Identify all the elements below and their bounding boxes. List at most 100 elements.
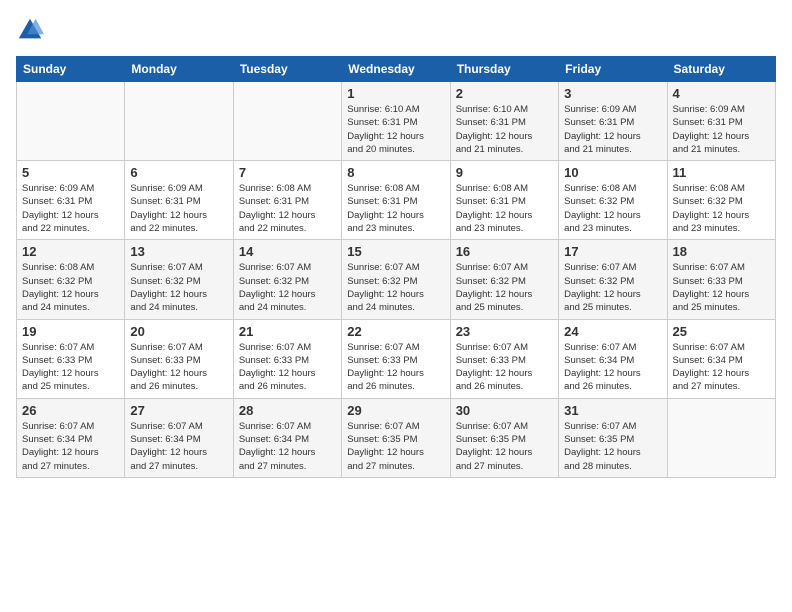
calendar-cell: 27 Sunrise: 6:07 AM Sunset: 6:34 PM Dayli… bbox=[125, 398, 233, 477]
day-info: Sunrise: 6:07 AM Sunset: 6:32 PM Dayligh… bbox=[130, 261, 227, 314]
day-info: Sunrise: 6:08 AM Sunset: 6:31 PM Dayligh… bbox=[347, 182, 444, 235]
day-number: 12 bbox=[22, 244, 119, 259]
day-number: 26 bbox=[22, 403, 119, 418]
day-info: Sunrise: 6:07 AM Sunset: 6:34 PM Dayligh… bbox=[130, 420, 227, 473]
calendar-cell bbox=[125, 82, 233, 161]
day-info: Sunrise: 6:07 AM Sunset: 6:34 PM Dayligh… bbox=[239, 420, 336, 473]
calendar-cell: 30 Sunrise: 6:07 AM Sunset: 6:35 PM Dayli… bbox=[450, 398, 558, 477]
calendar-cell bbox=[667, 398, 775, 477]
day-number: 6 bbox=[130, 165, 227, 180]
calendar-cell: 28 Sunrise: 6:07 AM Sunset: 6:34 PM Dayli… bbox=[233, 398, 341, 477]
day-number: 20 bbox=[130, 324, 227, 339]
calendar-week-2: 5 Sunrise: 6:09 AM Sunset: 6:31 PM Daylig… bbox=[17, 161, 776, 240]
day-number: 28 bbox=[239, 403, 336, 418]
day-number: 7 bbox=[239, 165, 336, 180]
day-number: 17 bbox=[564, 244, 661, 259]
day-number: 16 bbox=[456, 244, 553, 259]
calendar-cell: 24 Sunrise: 6:07 AM Sunset: 6:34 PM Dayli… bbox=[559, 319, 667, 398]
calendar-cell: 19 Sunrise: 6:07 AM Sunset: 6:33 PM Dayli… bbox=[17, 319, 125, 398]
day-info: Sunrise: 6:07 AM Sunset: 6:33 PM Dayligh… bbox=[347, 341, 444, 394]
day-info: Sunrise: 6:07 AM Sunset: 6:35 PM Dayligh… bbox=[456, 420, 553, 473]
day-number: 3 bbox=[564, 86, 661, 101]
day-info: Sunrise: 6:07 AM Sunset: 6:34 PM Dayligh… bbox=[564, 341, 661, 394]
calendar-cell: 7 Sunrise: 6:08 AM Sunset: 6:31 PM Daylig… bbox=[233, 161, 341, 240]
weekday-header-friday: Friday bbox=[559, 57, 667, 82]
day-number: 23 bbox=[456, 324, 553, 339]
calendar-cell bbox=[233, 82, 341, 161]
calendar-cell: 2 Sunrise: 6:10 AM Sunset: 6:31 PM Daylig… bbox=[450, 82, 558, 161]
calendar-table: SundayMondayTuesdayWednesdayThursdayFrid… bbox=[16, 56, 776, 478]
day-info: Sunrise: 6:07 AM Sunset: 6:32 PM Dayligh… bbox=[456, 261, 553, 314]
calendar-week-1: 1 Sunrise: 6:10 AM Sunset: 6:31 PM Daylig… bbox=[17, 82, 776, 161]
day-number: 5 bbox=[22, 165, 119, 180]
day-info: Sunrise: 6:07 AM Sunset: 6:32 PM Dayligh… bbox=[347, 261, 444, 314]
calendar-cell: 31Sunrise: 6:07 AM Sunset: 6:35 PM Dayli… bbox=[559, 398, 667, 477]
day-number: 29 bbox=[347, 403, 444, 418]
day-info: Sunrise: 6:10 AM Sunset: 6:31 PM Dayligh… bbox=[347, 103, 444, 156]
calendar-cell: 5 Sunrise: 6:09 AM Sunset: 6:31 PM Daylig… bbox=[17, 161, 125, 240]
day-number: 30 bbox=[456, 403, 553, 418]
weekday-header-row: SundayMondayTuesdayWednesdayThursdayFrid… bbox=[17, 57, 776, 82]
day-number: 27 bbox=[130, 403, 227, 418]
day-info: Sunrise: 6:07 AM Sunset: 6:35 PM Dayligh… bbox=[347, 420, 444, 473]
page-header bbox=[16, 16, 776, 44]
logo bbox=[16, 16, 48, 44]
day-info: Sunrise: 6:07 AM Sunset: 6:32 PM Dayligh… bbox=[564, 261, 661, 314]
calendar-cell: 11 Sunrise: 6:08 AM Sunset: 6:32 PM Dayli… bbox=[667, 161, 775, 240]
day-number: 9 bbox=[456, 165, 553, 180]
day-info: Sunrise: 6:09 AM Sunset: 6:31 PM Dayligh… bbox=[130, 182, 227, 235]
calendar-cell: 23 Sunrise: 6:07 AM Sunset: 6:33 PM Dayli… bbox=[450, 319, 558, 398]
day-info: Sunrise: 6:07 AM Sunset: 6:33 PM Dayligh… bbox=[456, 341, 553, 394]
calendar-cell bbox=[17, 82, 125, 161]
day-number: 1 bbox=[347, 86, 444, 101]
calendar-cell: 14Sunrise: 6:07 AM Sunset: 6:32 PM Dayli… bbox=[233, 240, 341, 319]
day-info: Sunrise: 6:07 AM Sunset: 6:34 PM Dayligh… bbox=[22, 420, 119, 473]
day-info: Sunrise: 6:07 AM Sunset: 6:33 PM Dayligh… bbox=[239, 341, 336, 394]
day-number: 19 bbox=[22, 324, 119, 339]
day-info: Sunrise: 6:07 AM Sunset: 6:33 PM Dayligh… bbox=[22, 341, 119, 394]
calendar-cell: 20 Sunrise: 6:07 AM Sunset: 6:33 PM Dayli… bbox=[125, 319, 233, 398]
calendar-cell: 9 Sunrise: 6:08 AM Sunset: 6:31 PM Daylig… bbox=[450, 161, 558, 240]
day-info: Sunrise: 6:07 AM Sunset: 6:33 PM Dayligh… bbox=[130, 341, 227, 394]
day-info: Sunrise: 6:08 AM Sunset: 6:32 PM Dayligh… bbox=[673, 182, 770, 235]
day-info: Sunrise: 6:07 AM Sunset: 6:33 PM Dayligh… bbox=[673, 261, 770, 314]
day-number: 13 bbox=[130, 244, 227, 259]
day-info: Sunrise: 6:07 AM Sunset: 6:32 PM Dayligh… bbox=[239, 261, 336, 314]
calendar-cell: 15 Sunrise: 6:07 AM Sunset: 6:32 PM Dayli… bbox=[342, 240, 450, 319]
logo-icon bbox=[16, 16, 44, 44]
day-number: 10 bbox=[564, 165, 661, 180]
day-number: 24 bbox=[564, 324, 661, 339]
calendar-cell: 29 Sunrise: 6:07 AM Sunset: 6:35 PM Dayli… bbox=[342, 398, 450, 477]
weekday-header-sunday: Sunday bbox=[17, 57, 125, 82]
calendar-cell: 10Sunrise: 6:08 AM Sunset: 6:32 PM Dayli… bbox=[559, 161, 667, 240]
calendar-cell: 25Sunrise: 6:07 AM Sunset: 6:34 PM Dayli… bbox=[667, 319, 775, 398]
day-info: Sunrise: 6:08 AM Sunset: 6:32 PM Dayligh… bbox=[22, 261, 119, 314]
calendar-week-3: 12 Sunrise: 6:08 AM Sunset: 6:32 PM Dayli… bbox=[17, 240, 776, 319]
day-info: Sunrise: 6:10 AM Sunset: 6:31 PM Dayligh… bbox=[456, 103, 553, 156]
calendar-week-4: 19 Sunrise: 6:07 AM Sunset: 6:33 PM Dayli… bbox=[17, 319, 776, 398]
day-info: Sunrise: 6:09 AM Sunset: 6:31 PM Dayligh… bbox=[564, 103, 661, 156]
calendar-cell: 1 Sunrise: 6:10 AM Sunset: 6:31 PM Daylig… bbox=[342, 82, 450, 161]
day-number: 22 bbox=[347, 324, 444, 339]
weekday-header-tuesday: Tuesday bbox=[233, 57, 341, 82]
calendar-cell: 21 Sunrise: 6:07 AM Sunset: 6:33 PM Dayli… bbox=[233, 319, 341, 398]
weekday-header-wednesday: Wednesday bbox=[342, 57, 450, 82]
calendar-cell: 17 Sunrise: 6:07 AM Sunset: 6:32 PM Dayli… bbox=[559, 240, 667, 319]
calendar-cell: 26 Sunrise: 6:07 AM Sunset: 6:34 PM Dayli… bbox=[17, 398, 125, 477]
day-number: 25 bbox=[673, 324, 770, 339]
weekday-header-thursday: Thursday bbox=[450, 57, 558, 82]
day-info: Sunrise: 6:08 AM Sunset: 6:31 PM Dayligh… bbox=[456, 182, 553, 235]
calendar-cell: 13 Sunrise: 6:07 AM Sunset: 6:32 PM Dayli… bbox=[125, 240, 233, 319]
day-number: 2 bbox=[456, 86, 553, 101]
calendar-cell: 6 Sunrise: 6:09 AM Sunset: 6:31 PM Daylig… bbox=[125, 161, 233, 240]
day-number: 21 bbox=[239, 324, 336, 339]
day-number: 11 bbox=[673, 165, 770, 180]
day-number: 8 bbox=[347, 165, 444, 180]
day-number: 31 bbox=[564, 403, 661, 418]
day-info: Sunrise: 6:09 AM Sunset: 6:31 PM Dayligh… bbox=[673, 103, 770, 156]
weekday-header-monday: Monday bbox=[125, 57, 233, 82]
weekday-header-saturday: Saturday bbox=[667, 57, 775, 82]
day-info: Sunrise: 6:08 AM Sunset: 6:31 PM Dayligh… bbox=[239, 182, 336, 235]
day-info: Sunrise: 6:09 AM Sunset: 6:31 PM Dayligh… bbox=[22, 182, 119, 235]
day-number: 15 bbox=[347, 244, 444, 259]
